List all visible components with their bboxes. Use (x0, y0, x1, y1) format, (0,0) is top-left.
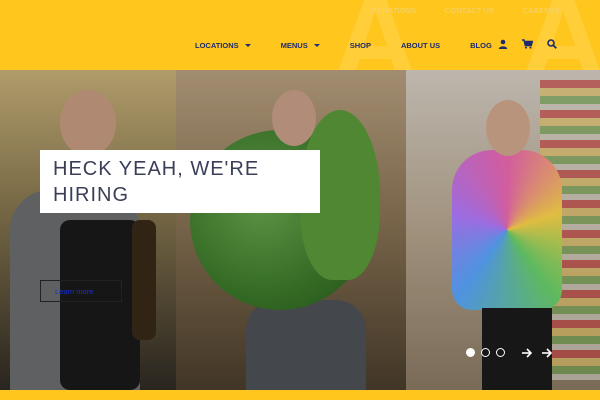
nav-label-menus: MENUS (280, 41, 308, 50)
top-link-contact[interactable]: CONTACT US (445, 8, 495, 15)
nav-item-about-us[interactable]: ABOUT US (401, 41, 440, 50)
slide-dot-2[interactable] (481, 348, 490, 357)
nav-label-locations: LOCATIONS (195, 41, 239, 50)
learn-more-button[interactable]: Learn more (40, 280, 122, 302)
hero-headline-line-1: HECK YEAH, WE'RE (53, 157, 260, 180)
slide-dot-3[interactable] (496, 348, 505, 357)
chevron-down-icon (244, 44, 251, 47)
hero-headline-box: HECK YEAH, WE'RE HIRING (40, 150, 320, 213)
nav-item-menus[interactable]: MENUS (281, 41, 320, 50)
slide-arrows (521, 346, 553, 364)
nav-label-shop: SHOP (349, 41, 371, 50)
arrow-right-icon[interactable] (541, 346, 553, 364)
slide-dot-1[interactable] (466, 348, 475, 357)
chevron-down-icon (313, 44, 320, 47)
footer-strip (0, 390, 600, 400)
site-header: A A DONATIONS CONTACT US CAREERS LOCATIO… (0, 0, 600, 70)
main-nav: LOCATIONS MENUS SHOP ABOUT US BLOG (195, 41, 522, 50)
top-link-careers[interactable]: CAREERS (523, 8, 560, 15)
top-link-donations[interactable]: DONATIONS (371, 8, 417, 15)
nav-label-about-us: ABOUT US (400, 41, 441, 50)
search-icon[interactable] (547, 39, 557, 49)
user-icon[interactable] (498, 39, 508, 49)
hero-slider: HECK YEAH, WE'RE HIRING Learn more (0, 70, 600, 390)
utility-links: DONATIONS CONTACT US CAREERS (371, 8, 560, 15)
slide-dots (466, 348, 505, 357)
nav-item-shop[interactable]: SHOP (350, 41, 371, 50)
header-icons (498, 39, 557, 49)
nav-label-blog: BLOG (470, 41, 492, 50)
nav-item-blog[interactable]: BLOG (470, 41, 492, 50)
nav-item-locations[interactable]: LOCATIONS (195, 41, 251, 50)
cart-icon[interactable] (522, 39, 533, 49)
hero-headline-line-2: HIRING (53, 183, 129, 206)
hero-overlay (0, 70, 600, 390)
arrow-right-icon[interactable] (521, 346, 533, 364)
